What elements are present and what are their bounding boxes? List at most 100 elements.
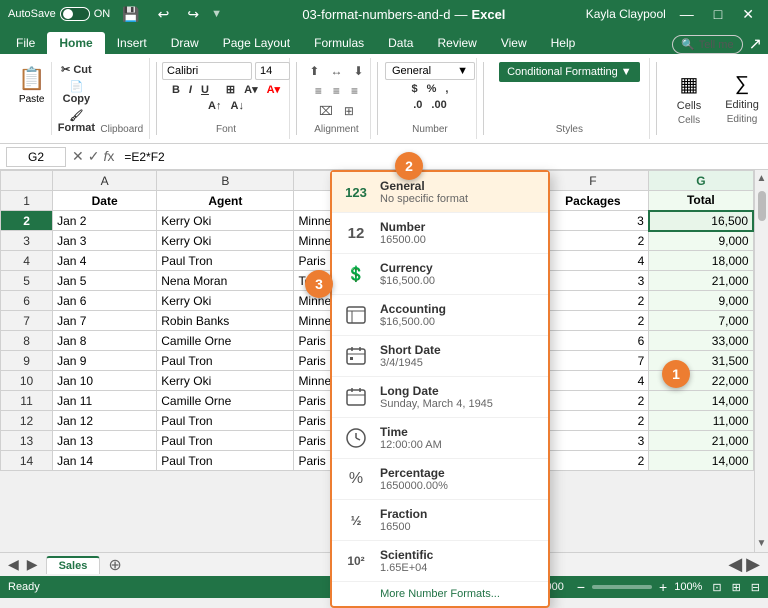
redo-button[interactable]: ↪ <box>181 4 205 25</box>
cell-G11[interactable]: 14,000 <box>649 391 753 411</box>
format-time[interactable]: Time 12:00:00 AM <box>332 418 548 459</box>
cell-F9[interactable]: 7 <box>537 351 649 371</box>
vertical-scrollbar[interactable]: ▲ ▼ <box>754 170 768 552</box>
cell-A9[interactable]: Jan 9 <box>53 351 157 371</box>
close-button[interactable]: ✕ <box>736 4 760 25</box>
cancel-formula-icon[interactable]: ✕ <box>72 148 84 165</box>
format-percentage[interactable]: % Percentage 1650000.00% <box>332 459 548 500</box>
cell-G12[interactable]: 11,000 <box>649 411 753 431</box>
tab-file[interactable]: File <box>4 32 47 54</box>
align-center-button[interactable]: ≡ <box>329 82 344 100</box>
confirm-formula-icon[interactable]: ✓ <box>88 148 100 165</box>
cell-F12[interactable]: 2 <box>537 411 649 431</box>
tab-formulas[interactable]: Formulas <box>302 32 376 54</box>
minimize-button[interactable]: — <box>674 4 700 24</box>
cell-B1[interactable]: Agent <box>157 191 294 211</box>
percent-format-button[interactable]: % <box>424 82 440 96</box>
cell-B7[interactable]: Robin Banks <box>157 311 294 331</box>
cell-F5[interactable]: 3 <box>537 271 649 291</box>
scroll-tabs-left[interactable]: ◀ <box>8 556 19 573</box>
cell-G8[interactable]: 33,000 <box>649 331 753 351</box>
decrease-font-button[interactable]: A↓ <box>228 99 247 113</box>
format-shortdate[interactable]: Short Date 3/4/1945 <box>332 336 548 377</box>
insert-function-icon[interactable]: fx <box>103 148 114 165</box>
restore-button[interactable]: □ <box>708 4 728 24</box>
merge-button[interactable]: ⊞ <box>340 102 358 120</box>
cell-A7[interactable]: Jan 7 <box>53 311 157 331</box>
cell-F8[interactable]: 6 <box>537 331 649 351</box>
copy-button[interactable]: 📄 Copy <box>54 79 98 106</box>
add-sheet-button[interactable]: ⊕ <box>104 555 125 575</box>
tell-me-input[interactable]: 🔍 Tell me <box>672 35 743 54</box>
border-button[interactable]: ⊞ <box>223 82 238 97</box>
decrease-decimal-button[interactable]: .0 <box>410 98 425 112</box>
align-top-button[interactable]: ⬆ <box>305 62 323 80</box>
cell-reference-input[interactable] <box>6 147 66 167</box>
cell-F1[interactable]: Packages <box>537 191 649 211</box>
cell-F4[interactable]: 4 <box>537 251 649 271</box>
cell-F7[interactable]: 2 <box>537 311 649 331</box>
format-accounting[interactable]: Accounting $16,500.00 <box>332 295 548 336</box>
cell-G4[interactable]: 18,000 <box>649 251 753 271</box>
cell-B8[interactable]: Camille Orne <box>157 331 294 351</box>
share-button[interactable]: ↗ <box>749 34 762 54</box>
cell-F6[interactable]: 2 <box>537 291 649 311</box>
tab-insert[interactable]: Insert <box>105 32 159 54</box>
formula-input[interactable] <box>120 148 762 166</box>
paste-button[interactable]: 📋 Paste <box>12 62 52 135</box>
cell-G6[interactable]: 9,000 <box>649 291 753 311</box>
scroll-down-button[interactable]: ▼ <box>757 535 767 552</box>
cells-button[interactable]: Cells <box>669 97 709 115</box>
align-right-button[interactable]: ≡ <box>347 82 362 100</box>
cell-A6[interactable]: Jan 6 <box>53 291 157 311</box>
cell-B5[interactable]: Nena Moran <box>157 271 294 291</box>
cut-button[interactable]: ✂ Cut <box>54 62 98 77</box>
format-currency[interactable]: 💲 Currency $16,500.00 <box>332 254 548 295</box>
conditional-formatting-button[interactable]: Conditional Formatting ▼ <box>499 62 640 82</box>
cell-A11[interactable]: Jan 11 <box>53 391 157 411</box>
col-header-A[interactable]: A <box>53 171 157 191</box>
sheet-tab-sales[interactable]: Sales <box>46 556 101 574</box>
tab-draw[interactable]: Draw <box>159 32 211 54</box>
fill-color-button[interactable]: A▾ <box>241 82 260 97</box>
cell-F2[interactable]: 3 <box>537 211 649 231</box>
cell-F11[interactable]: 2 <box>537 391 649 411</box>
scroll-up-button[interactable]: ▲ <box>757 170 767 187</box>
bold-button[interactable]: B <box>169 83 183 97</box>
currency-format-button[interactable]: $ <box>408 82 420 96</box>
cell-A12[interactable]: Jan 12 <box>53 411 157 431</box>
cell-F14[interactable]: 2 <box>537 451 649 471</box>
cell-A13[interactable]: Jan 13 <box>53 431 157 451</box>
cell-G2[interactable]: 16,500 <box>649 211 753 231</box>
tab-review[interactable]: Review <box>425 32 488 54</box>
tab-data[interactable]: Data <box>376 32 425 54</box>
tab-view[interactable]: View <box>489 32 539 54</box>
format-longdate[interactable]: Long Date Sunday, March 4, 1945 <box>332 377 548 418</box>
cell-A10[interactable]: Jan 10 <box>53 371 157 391</box>
layout-normal-icon[interactable]: ⊡ <box>712 581 721 594</box>
col-header-G[interactable]: G <box>649 171 753 191</box>
cell-B6[interactable]: Kerry Oki <box>157 291 294 311</box>
align-middle-button[interactable]: ↔ <box>326 62 346 80</box>
layout-break-icon[interactable]: ⊟ <box>751 581 760 594</box>
cell-F13[interactable]: 3 <box>537 431 649 451</box>
format-number[interactable]: 12 Number 16500.00 <box>332 213 548 254</box>
cell-A5[interactable]: Jan 5 <box>53 271 157 291</box>
italic-button[interactable]: I <box>186 83 195 97</box>
increase-decimal-button[interactable]: .00 <box>428 98 449 112</box>
cell-B2[interactable]: Kerry Oki <box>157 211 294 231</box>
cell-B9[interactable]: Paul Tron <box>157 351 294 371</box>
more-number-formats-button[interactable]: More Number Formats... <box>332 582 548 606</box>
cell-G13[interactable]: 21,000 <box>649 431 753 451</box>
save-button[interactable]: 💾 <box>116 4 145 25</box>
cell-B4[interactable]: Paul Tron <box>157 251 294 271</box>
comma-format-button[interactable]: , <box>442 82 451 96</box>
cell-A14[interactable]: Jan 14 <box>53 451 157 471</box>
cell-A8[interactable]: Jan 8 <box>53 331 157 351</box>
zoom-slider[interactable] <box>592 585 652 589</box>
wrap-text-button[interactable]: ⌧ <box>315 102 337 120</box>
editing-button[interactable]: Editing <box>717 96 767 114</box>
zoom-in-button[interactable]: + <box>656 579 670 595</box>
format-general[interactable]: 123 General No specific format <box>332 172 548 213</box>
font-color-button[interactable]: A▾ <box>264 82 283 97</box>
